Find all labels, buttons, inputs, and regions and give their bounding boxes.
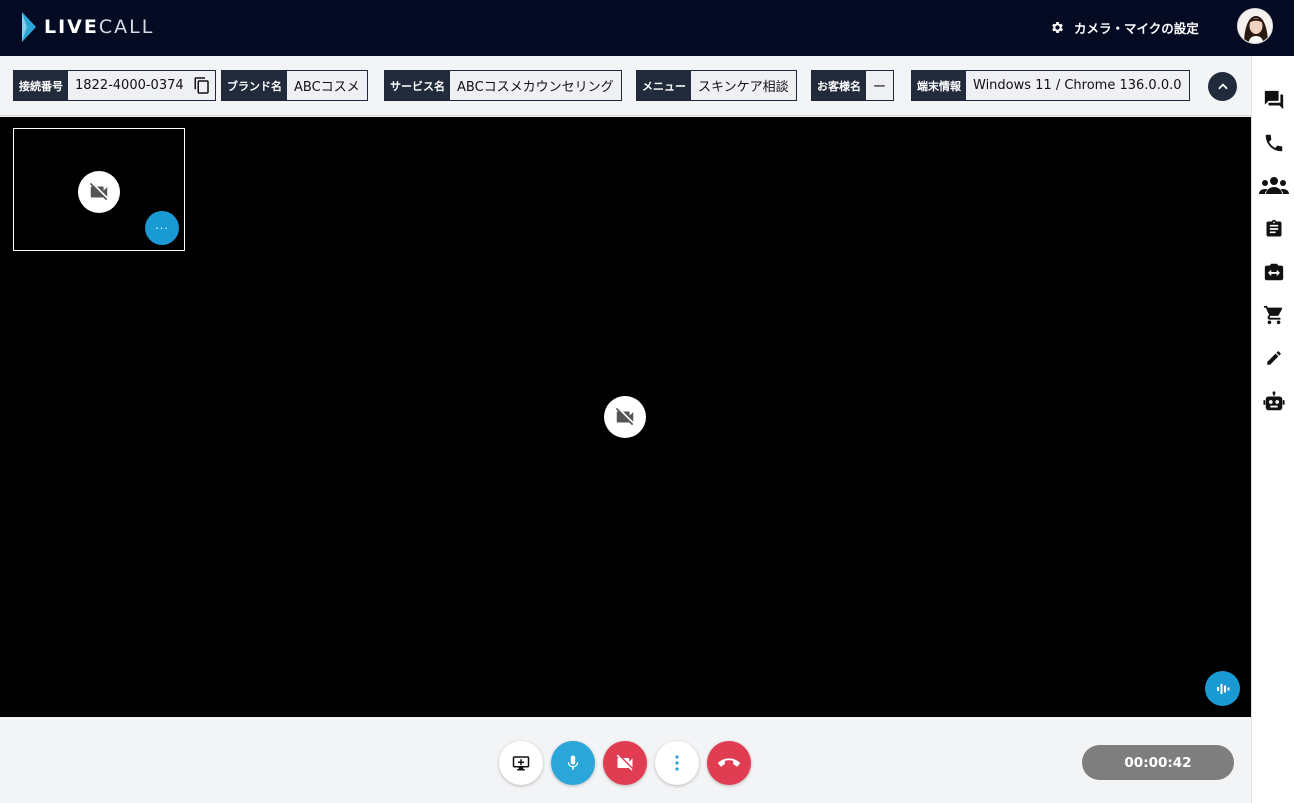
video-off-icon bbox=[78, 171, 120, 213]
copy-icon[interactable] bbox=[193, 76, 211, 95]
remote-video-area: ··· bbox=[0, 117, 1251, 717]
device-info-label: 端末情報 bbox=[912, 71, 966, 100]
menu-dots-icon: ··· bbox=[155, 221, 169, 235]
edit-icon[interactable] bbox=[1262, 346, 1286, 370]
camera-switch-icon[interactable] bbox=[1262, 260, 1286, 284]
gear-icon bbox=[1052, 21, 1063, 33]
screen-share-icon bbox=[512, 756, 530, 771]
settings-label: カメラ・マイクの設定 bbox=[1074, 20, 1199, 36]
camera-toggle-button[interactable] bbox=[603, 741, 647, 785]
chat-icon[interactable] bbox=[1262, 88, 1286, 112]
call-controls-bar: 00:00:42 bbox=[0, 717, 1251, 803]
device-info-value: Windows 11 / Chrome 136.0.0.0 bbox=[973, 78, 1182, 93]
call-timer: 00:00:42 bbox=[1082, 745, 1234, 780]
camera-mic-settings-button[interactable]: カメラ・マイクの設定 bbox=[1050, 17, 1199, 37]
hang-up-icon bbox=[718, 758, 740, 767]
menu-value: スキンケア相談 bbox=[698, 80, 789, 95]
audio-level-button[interactable] bbox=[1205, 671, 1240, 706]
phone-icon[interactable] bbox=[1262, 131, 1286, 155]
connection-number-value: 1822-4000-0374 bbox=[75, 78, 184, 93]
customer-name-chip: お客様名 ー bbox=[811, 70, 895, 101]
robot-icon[interactable] bbox=[1262, 390, 1286, 414]
customer-name-label: お客様名 bbox=[812, 71, 866, 100]
audio-level-icon bbox=[1216, 683, 1229, 694]
microphone-icon bbox=[567, 755, 579, 770]
connection-number-label: 接続番号 bbox=[14, 71, 68, 100]
right-tool-rail bbox=[1251, 56, 1294, 803]
avatar-image bbox=[1238, 9, 1272, 43]
logo-mark-icon bbox=[22, 12, 36, 42]
chevron-up-icon bbox=[1217, 82, 1228, 89]
collapse-info-button[interactable] bbox=[1208, 72, 1237, 101]
local-video-menu-button[interactable]: ··· bbox=[145, 211, 179, 245]
local-video-preview[interactable]: ··· bbox=[13, 128, 185, 251]
livecall-logo: LIVECALL bbox=[20, 11, 154, 43]
more-options-button[interactable] bbox=[655, 741, 699, 785]
microphone-button[interactable] bbox=[551, 741, 595, 785]
top-bar: LIVECALL カメラ・マイクの設定 bbox=[0, 0, 1294, 56]
hang-up-button[interactable] bbox=[707, 741, 751, 785]
brand-name-value: ABCコスメ bbox=[294, 80, 360, 95]
customer-name-value: ー bbox=[873, 80, 887, 95]
screen-share-button[interactable] bbox=[499, 741, 543, 785]
menu-chip: メニュー スキンケア相談 bbox=[636, 70, 797, 101]
service-name-value: ABCコスメカウンセリング bbox=[457, 80, 614, 95]
user-avatar[interactable] bbox=[1237, 8, 1273, 44]
device-info-chip: 端末情報 Windows 11 / Chrome 136.0.0.0 bbox=[911, 70, 1190, 101]
cart-icon[interactable] bbox=[1262, 303, 1286, 327]
group-icon[interactable] bbox=[1259, 174, 1289, 198]
session-info-bar: 接続番号 1822-4000-0374 ブランド名 ABCコスメ サービス名 A… bbox=[0, 56, 1251, 116]
brand-name-label: ブランド名 bbox=[222, 71, 287, 100]
video-off-icon bbox=[616, 754, 633, 771]
connection-number-chip: 接続番号 1822-4000-0374 bbox=[13, 70, 216, 101]
service-name-label: サービス名 bbox=[385, 71, 450, 100]
clipboard-icon[interactable] bbox=[1262, 217, 1286, 241]
brand-name-chip: ブランド名 ABCコスメ bbox=[221, 70, 368, 101]
logo-text: LIVECALL bbox=[44, 16, 155, 38]
remote-video-off-icon bbox=[604, 396, 646, 438]
menu-label: メニュー bbox=[637, 71, 691, 100]
more-vertical-icon bbox=[675, 755, 679, 771]
service-name-chip: サービス名 ABCコスメカウンセリング bbox=[384, 70, 622, 101]
